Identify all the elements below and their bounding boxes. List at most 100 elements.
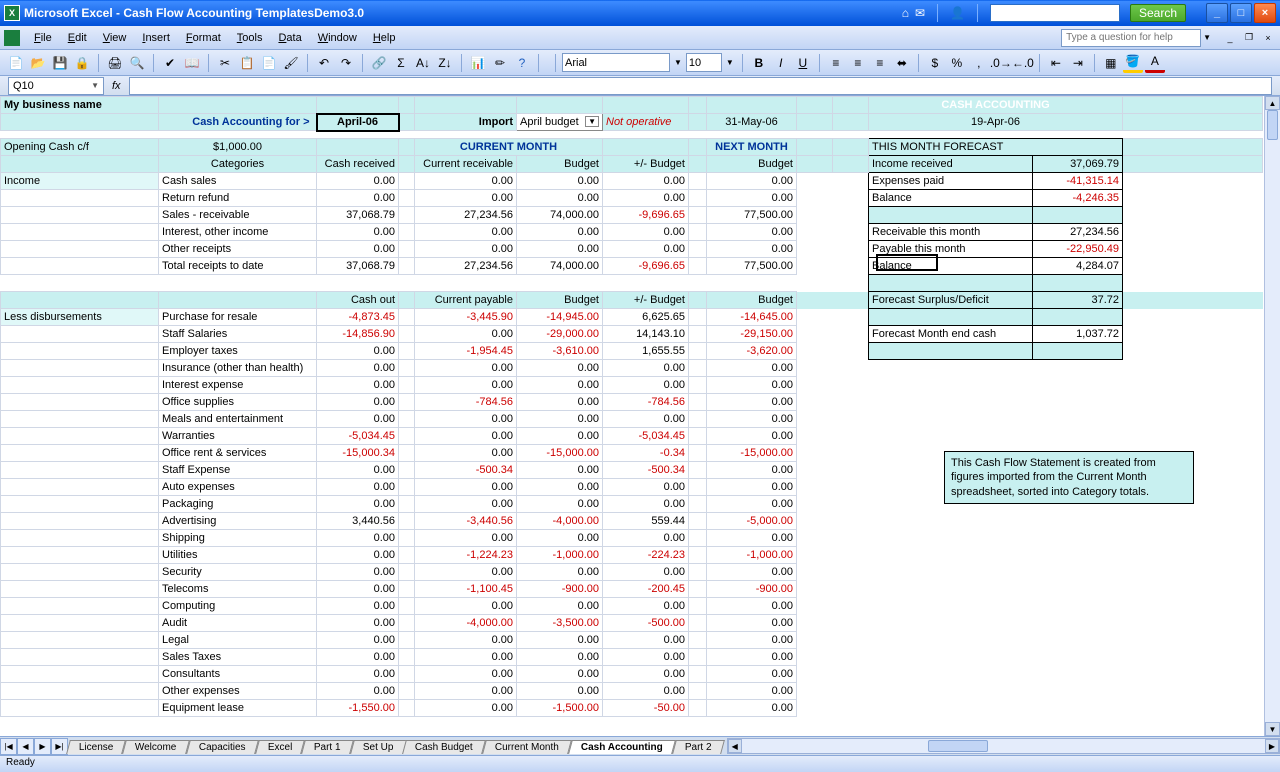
- cell[interactable]: 0.00: [415, 241, 517, 258]
- menu-data[interactable]: Data: [270, 29, 309, 47]
- cell[interactable]: -1,000.00: [517, 547, 603, 564]
- cell[interactable]: [399, 479, 415, 496]
- opening-cash-value[interactable]: $1,000.00: [159, 139, 317, 156]
- cell[interactable]: 0.00: [415, 445, 517, 462]
- cell[interactable]: 0.00: [707, 377, 797, 394]
- cell[interactable]: -900.00: [707, 581, 797, 598]
- cell[interactable]: [399, 513, 415, 530]
- cell[interactable]: 0.00: [707, 598, 797, 615]
- cell[interactable]: 0.00: [517, 530, 603, 547]
- cell[interactable]: 0.00: [317, 632, 399, 649]
- cell[interactable]: Staff Salaries: [159, 326, 317, 343]
- cell[interactable]: [399, 360, 415, 377]
- cell[interactable]: -29,150.00: [707, 326, 797, 343]
- permission-icon[interactable]: 🔒: [72, 53, 92, 73]
- cell[interactable]: 0.00: [707, 394, 797, 411]
- menu-view[interactable]: View: [95, 29, 135, 47]
- cell[interactable]: [689, 224, 707, 241]
- sort-asc-icon[interactable]: A↓: [413, 53, 433, 73]
- cell[interactable]: [159, 292, 317, 309]
- cell[interactable]: Budget: [517, 292, 603, 309]
- cell[interactable]: Interest, other income: [159, 224, 317, 241]
- chart-icon[interactable]: 📊: [468, 53, 488, 73]
- cell[interactable]: Insurance (other than health): [159, 360, 317, 377]
- cell[interactable]: [689, 292, 707, 309]
- cell[interactable]: Telecoms: [159, 581, 317, 598]
- cell[interactable]: [689, 632, 707, 649]
- sheet-tab-excel[interactable]: Excel: [255, 740, 305, 754]
- merge-icon[interactable]: ⬌: [892, 53, 912, 73]
- paste-icon[interactable]: 📄: [259, 53, 279, 73]
- menu-window[interactable]: Window: [310, 29, 365, 47]
- align-left-icon[interactable]: ≡: [826, 53, 846, 73]
- spelling-icon[interactable]: ✔: [160, 53, 180, 73]
- doc-close-button[interactable]: ×: [1260, 31, 1276, 45]
- cell[interactable]: Office rent & services: [159, 445, 317, 462]
- cell[interactable]: -14,856.90: [317, 326, 399, 343]
- cell[interactable]: 0.00: [603, 683, 689, 700]
- cell[interactable]: Utilities: [159, 547, 317, 564]
- cell[interactable]: 0.00: [517, 394, 603, 411]
- cell[interactable]: 0.00: [415, 700, 517, 717]
- cell[interactable]: 0.00: [517, 564, 603, 581]
- cell[interactable]: Security: [159, 564, 317, 581]
- cell[interactable]: 0.00: [603, 377, 689, 394]
- cell[interactable]: 77,500.00: [707, 207, 797, 224]
- cell[interactable]: -9,696.65: [603, 207, 689, 224]
- menu-insert[interactable]: Insert: [134, 29, 178, 47]
- period-selector[interactable]: April-06: [317, 114, 399, 131]
- drawing-icon[interactable]: ✏: [490, 53, 510, 73]
- decrease-decimal-icon[interactable]: ←.0: [1013, 53, 1033, 73]
- cell[interactable]: [689, 258, 707, 275]
- doc-minimize-button[interactable]: _: [1222, 31, 1238, 45]
- cell[interactable]: [689, 326, 707, 343]
- increase-decimal-icon[interactable]: .0→: [991, 53, 1011, 73]
- cell[interactable]: 0.00: [517, 360, 603, 377]
- cell[interactable]: -1,000.00: [707, 547, 797, 564]
- cell[interactable]: [399, 496, 415, 513]
- cell[interactable]: -5,034.45: [603, 428, 689, 445]
- cell[interactable]: [399, 649, 415, 666]
- cell[interactable]: Budget: [707, 292, 797, 309]
- cell[interactable]: -900.00: [517, 581, 603, 598]
- cell[interactable]: Staff Expense: [159, 462, 317, 479]
- hyperlink-icon[interactable]: 🔗: [369, 53, 389, 73]
- cell[interactable]: 0.00: [517, 496, 603, 513]
- cell[interactable]: 0.00: [415, 530, 517, 547]
- business-name[interactable]: My business name: [1, 97, 159, 114]
- cell[interactable]: 0.00: [415, 173, 517, 190]
- cell[interactable]: -200.45: [603, 581, 689, 598]
- increase-indent-icon[interactable]: ⇥: [1068, 53, 1088, 73]
- hscroll-left-icon[interactable]: ◀: [728, 739, 742, 753]
- cell[interactable]: -5,034.45: [317, 428, 399, 445]
- cell[interactable]: [689, 581, 707, 598]
- cell[interactable]: Audit: [159, 615, 317, 632]
- comma-icon[interactable]: ,: [969, 53, 989, 73]
- cell[interactable]: 0.00: [707, 496, 797, 513]
- cell[interactable]: 0.00: [603, 598, 689, 615]
- research-icon[interactable]: 📖: [182, 53, 202, 73]
- cell[interactable]: 0.00: [707, 462, 797, 479]
- cell[interactable]: 74,000.00: [517, 207, 603, 224]
- cell[interactable]: 0.00: [317, 479, 399, 496]
- sheet-tab-cash-accounting[interactable]: Cash Accounting: [568, 740, 676, 754]
- close-button[interactable]: ×: [1254, 3, 1276, 23]
- vertical-scrollbar[interactable]: ▲ ▼: [1264, 96, 1280, 736]
- cell[interactable]: 0.00: [415, 666, 517, 683]
- cell[interactable]: [689, 530, 707, 547]
- cell[interactable]: 0.00: [415, 564, 517, 581]
- horizontal-scrollbar[interactable]: ◀ ▶: [727, 738, 1280, 754]
- cell[interactable]: [399, 241, 415, 258]
- cell[interactable]: 0.00: [603, 224, 689, 241]
- cell[interactable]: [399, 326, 415, 343]
- fill-color-icon[interactable]: 🪣: [1123, 53, 1143, 73]
- help-dropdown-icon[interactable]: ▼: [1203, 33, 1211, 42]
- doc-restore-button[interactable]: ❐: [1241, 31, 1257, 45]
- cell[interactable]: Auto expenses: [159, 479, 317, 496]
- cell[interactable]: 0.00: [603, 496, 689, 513]
- cell[interactable]: 0.00: [707, 411, 797, 428]
- cell[interactable]: Purchase for resale: [159, 309, 317, 326]
- cell[interactable]: [689, 173, 707, 190]
- undo-icon[interactable]: ↶: [314, 53, 334, 73]
- cell[interactable]: 0.00: [415, 632, 517, 649]
